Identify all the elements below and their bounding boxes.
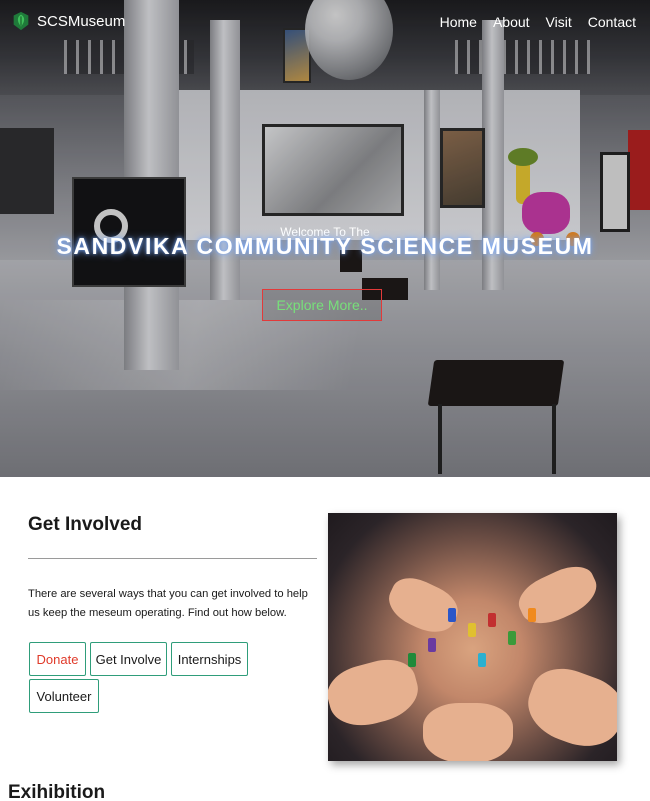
volunteer-button[interactable]: Volunteer (29, 679, 99, 713)
brand-name: SCSMuseum (37, 12, 126, 30)
lego-figure (468, 623, 476, 637)
hero-banner: SCSMuseum Home About Visit Contact Welco… (0, 0, 650, 477)
lego-figure (488, 613, 496, 627)
lego-figure (428, 638, 436, 652)
internships-button[interactable]: Internships (171, 642, 248, 676)
divider (28, 558, 317, 559)
lego-figure (478, 653, 486, 667)
donate-button[interactable]: Donate (29, 642, 86, 676)
lego-figure (448, 608, 456, 622)
get-involved-photo (328, 513, 617, 761)
hand (381, 570, 465, 641)
get-involve-button[interactable]: Get Involve (90, 642, 167, 676)
explore-more-button[interactable]: Explore More.. (262, 289, 382, 321)
hero-title: SANDVIKA COMMUNITY SCIENCE MUSEUM (56, 233, 594, 259)
leaf-logo-icon (13, 11, 29, 31)
nav-link-home[interactable]: Home (440, 14, 477, 30)
hand (512, 558, 604, 633)
hand (423, 703, 513, 761)
hand (518, 658, 617, 758)
lego-figure (408, 653, 416, 667)
nav-link-about[interactable]: About (493, 14, 530, 30)
lego-figure (508, 631, 516, 645)
get-involved-description: There are several ways that you can get … (28, 588, 308, 619)
main-nav: Home About Visit Contact (440, 14, 636, 30)
section-title-exhibition: Exihibition (8, 782, 106, 801)
nav-link-contact[interactable]: Contact (588, 14, 636, 30)
lego-figure (528, 608, 536, 622)
nav-link-visit[interactable]: Visit (546, 14, 572, 30)
brand-logo[interactable]: SCSMuseum (10, 10, 125, 32)
section-title-get-involved: Get Involved (28, 514, 143, 535)
